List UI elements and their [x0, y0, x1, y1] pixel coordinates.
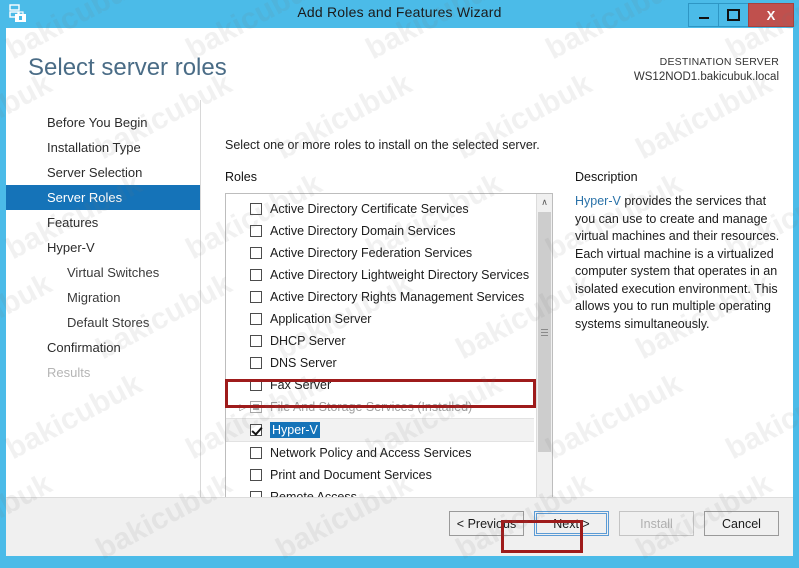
roles-list: Active Directory Certificate Services Act… — [226, 198, 534, 523]
window-controls: X — [688, 3, 794, 27]
role-checkbox[interactable] — [250, 379, 262, 391]
close-button[interactable]: X — [748, 3, 794, 27]
description-body: provides the services that you can use t… — [575, 194, 780, 331]
description-accent-term: Hyper-V — [575, 194, 621, 208]
wizard-step-nav: Before You Begin Installation Type Server … — [6, 110, 200, 385]
role-row[interactable]: Active Directory Federation Services — [226, 242, 534, 264]
role-checkbox[interactable] — [250, 424, 262, 436]
sidebar-item-features[interactable]: Features — [6, 210, 200, 235]
instruction-text: Select one or more roles to install on t… — [225, 138, 540, 152]
maximize-icon — [727, 9, 740, 21]
role-checkbox[interactable] — [250, 225, 262, 237]
sidebar-item-before-you-begin[interactable]: Before You Begin — [6, 110, 200, 135]
wizard-footer: < Previous Next > Install Cancel — [6, 498, 793, 556]
roles-scrollbar[interactable]: ∧ ∨ — [536, 194, 552, 523]
role-label: Active Directory Lightweight Directory S… — [270, 268, 530, 282]
app-root: Add Roles and Features Wizard X Select s… — [0, 0, 799, 568]
role-checkbox[interactable] — [250, 291, 262, 303]
role-row[interactable]: DNS Server — [226, 352, 534, 374]
role-row[interactable]: Active Directory Certificate Services — [226, 198, 534, 220]
role-checkbox[interactable] — [250, 469, 262, 481]
role-description: Hyper-V provides the services that you c… — [575, 193, 787, 333]
role-checkbox[interactable] — [250, 269, 262, 281]
sidebar-item-migration[interactable]: Migration — [6, 285, 200, 310]
destination-server-name: WS12NOD1.bakicubuk.local — [633, 71, 779, 83]
sidebar-item-results: Results — [47, 365, 91, 380]
page-title: Select server roles — [28, 54, 227, 81]
destination-server-block: DESTINATION SERVER WS12NOD1.bakicubuk.lo… — [634, 55, 779, 85]
role-row[interactable]: Network Policy and Access Services — [226, 442, 534, 464]
role-row[interactable]: DHCP Server — [226, 330, 534, 352]
previous-button[interactable]: < Previous — [449, 511, 524, 536]
expand-chevron-icon[interactable]: ▷ — [236, 402, 250, 413]
next-button[interactable]: Next > — [534, 511, 609, 536]
scrollbar-thumb[interactable] — [538, 212, 551, 452]
role-label: Active Directory Domain Services — [270, 224, 456, 238]
minimize-icon — [698, 16, 709, 19]
sidebar-item-server-roles[interactable]: Server Roles — [6, 185, 200, 210]
footer-button-row: < Previous Next > Install Cancel — [449, 511, 779, 536]
install-button: Install — [619, 511, 694, 536]
cancel-button[interactable]: Cancel — [704, 511, 779, 536]
sidebar-item-hyper-v[interactable]: Hyper-V — [6, 235, 200, 260]
sidebar-item-installation-type[interactable]: Installation Type — [6, 135, 200, 160]
role-row[interactable]: ▷ File And Storage Services (Installed) — [226, 396, 534, 418]
role-checkbox[interactable] — [250, 203, 262, 215]
role-checkbox[interactable] — [250, 401, 262, 413]
role-checkbox[interactable] — [250, 357, 262, 369]
nav-content-divider — [200, 100, 201, 504]
role-label: Active Directory Federation Services — [270, 246, 473, 260]
role-label: Fax Server — [270, 378, 332, 392]
destination-server-label: DESTINATION SERVER — [659, 56, 779, 68]
maximize-button[interactable] — [718, 3, 749, 27]
window-title: Add Roles and Features Wizard — [297, 4, 502, 20]
scrollbar-grip-icon — [541, 328, 548, 336]
window-titlebar: Add Roles and Features Wizard X — [0, 0, 799, 28]
roles-listbox[interactable]: Active Directory Certificate Services Act… — [225, 193, 553, 524]
role-label: File And Storage Services (Installed) — [270, 400, 473, 414]
role-label: Active Directory Rights Management Servi… — [270, 290, 525, 304]
role-checkbox[interactable] — [250, 313, 262, 325]
role-label: DHCP Server — [270, 334, 346, 348]
role-label: Network Policy and Access Services — [270, 446, 472, 460]
role-row[interactable]: Hyper-V — [226, 418, 534, 442]
sidebar-item-confirmation[interactable]: Confirmation — [6, 335, 200, 360]
role-checkbox[interactable] — [250, 335, 262, 347]
role-label: DNS Server — [270, 356, 337, 370]
role-label: Hyper-V — [270, 422, 320, 438]
sidebar-item-virtual-switches[interactable]: Virtual Switches — [6, 260, 200, 285]
wizard-window-body: Select server roles DESTINATION SERVER W… — [6, 28, 793, 556]
role-row[interactable]: Active Directory Domain Services — [226, 220, 534, 242]
role-label: Application Server — [270, 312, 372, 326]
role-checkbox[interactable] — [250, 247, 262, 259]
role-row[interactable]: Fax Server — [226, 374, 534, 396]
sidebar-item-default-stores[interactable]: Default Stores — [6, 310, 200, 335]
scroll-up-icon[interactable]: ∧ — [537, 194, 552, 210]
role-row[interactable]: Active Directory Lightweight Directory S… — [226, 264, 534, 286]
role-row[interactable]: Application Server — [226, 308, 534, 330]
role-row[interactable]: Active Directory Rights Management Servi… — [226, 286, 534, 308]
sidebar-item-server-selection[interactable]: Server Selection — [6, 160, 200, 185]
role-label: Print and Document Services — [270, 468, 432, 482]
role-row[interactable]: Print and Document Services — [226, 464, 534, 486]
minimize-button[interactable] — [688, 3, 719, 27]
role-checkbox[interactable] — [250, 447, 262, 459]
role-label: Active Directory Certificate Services — [270, 202, 469, 216]
roles-section-label: Roles — [225, 170, 257, 184]
description-section-label: Description — [575, 170, 638, 184]
